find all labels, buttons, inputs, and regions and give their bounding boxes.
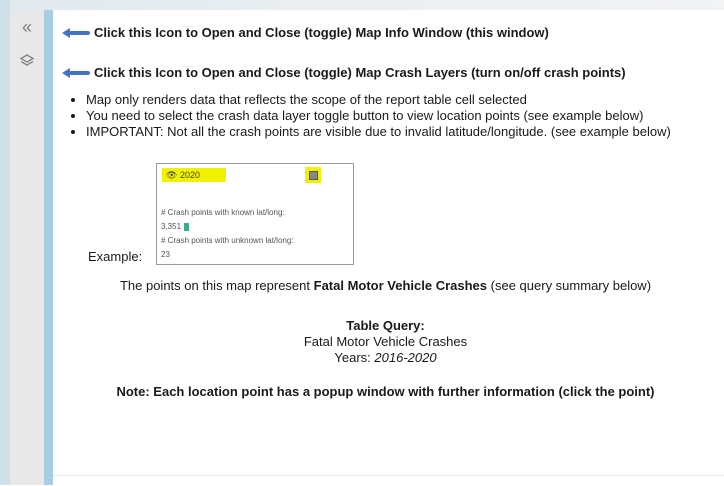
panel-side-band: [44, 10, 53, 485]
hint-info-window-text: Click this Icon to Open and Close (toggl…: [94, 25, 549, 40]
known-label: # Crash points with known lat/long:: [161, 208, 285, 217]
summary-emphasis: Fatal Motor Vehicle Crashes: [313, 278, 488, 293]
list-item: IMPORTANT: Not all the crash points are …: [86, 124, 724, 140]
double-chevron-left-icon: «: [21, 16, 32, 37]
known-count-bar: [184, 222, 190, 231]
summary-prefix: The points on this map represent: [119, 278, 314, 293]
hint-info-window: Click this Icon to Open and Close (toggl…: [62, 25, 549, 40]
query-years-value: 2016-2020: [374, 350, 437, 365]
known-count: 3,351: [161, 222, 182, 231]
map-left-edge: [0, 0, 10, 485]
hint-crash-layers: Click this Icon to Open and Close (toggl…: [62, 65, 626, 80]
unknown-count: 23: [161, 250, 170, 259]
popup-note: Note: Each location point has a popup wi…: [116, 384, 655, 399]
map-background-strip: [0, 0, 724, 10]
unknown-label: # Crash points with unknown lat/long:: [161, 236, 294, 245]
query-years: Years: 2016-2020: [53, 350, 718, 365]
hint-crash-layers-text: Click this Icon to Open and Close (toggl…: [94, 65, 626, 80]
list-item: You need to select the crash data layer …: [86, 108, 724, 124]
known-count-row: 3,351: [161, 222, 190, 231]
summary-suffix: (see query summary below): [487, 278, 652, 293]
list-item: Map only renders data that reflects the …: [86, 92, 724, 108]
query-name: Fatal Motor Vehicle Crashes: [303, 334, 468, 349]
map-summary: The points on this map represent Fatal M…: [53, 278, 718, 293]
arrow-left-icon: [62, 27, 90, 38]
panel-bottom: [53, 475, 724, 486]
instructions-list: Map only renders data that reflects the …: [66, 92, 724, 140]
widget-rail: [10, 10, 44, 485]
layer-toggle-button[interactable]: [305, 167, 321, 183]
layers-button[interactable]: [10, 46, 44, 76]
query-heading: Table Query:: [346, 318, 425, 333]
example-label: Example:: [88, 249, 143, 264]
layer-row: 👁 2020: [162, 168, 226, 182]
collapse-panel-button[interactable]: «: [10, 12, 44, 42]
query-years-label: Years:: [334, 350, 375, 365]
eye-icon: 👁: [166, 170, 178, 180]
layers-icon: [20, 54, 34, 66]
example-layer-legend: 👁 2020 # Crash points with known lat/lon…: [156, 163, 354, 265]
arrow-left-icon: [62, 67, 90, 78]
layer-year: 2020: [179, 170, 200, 180]
